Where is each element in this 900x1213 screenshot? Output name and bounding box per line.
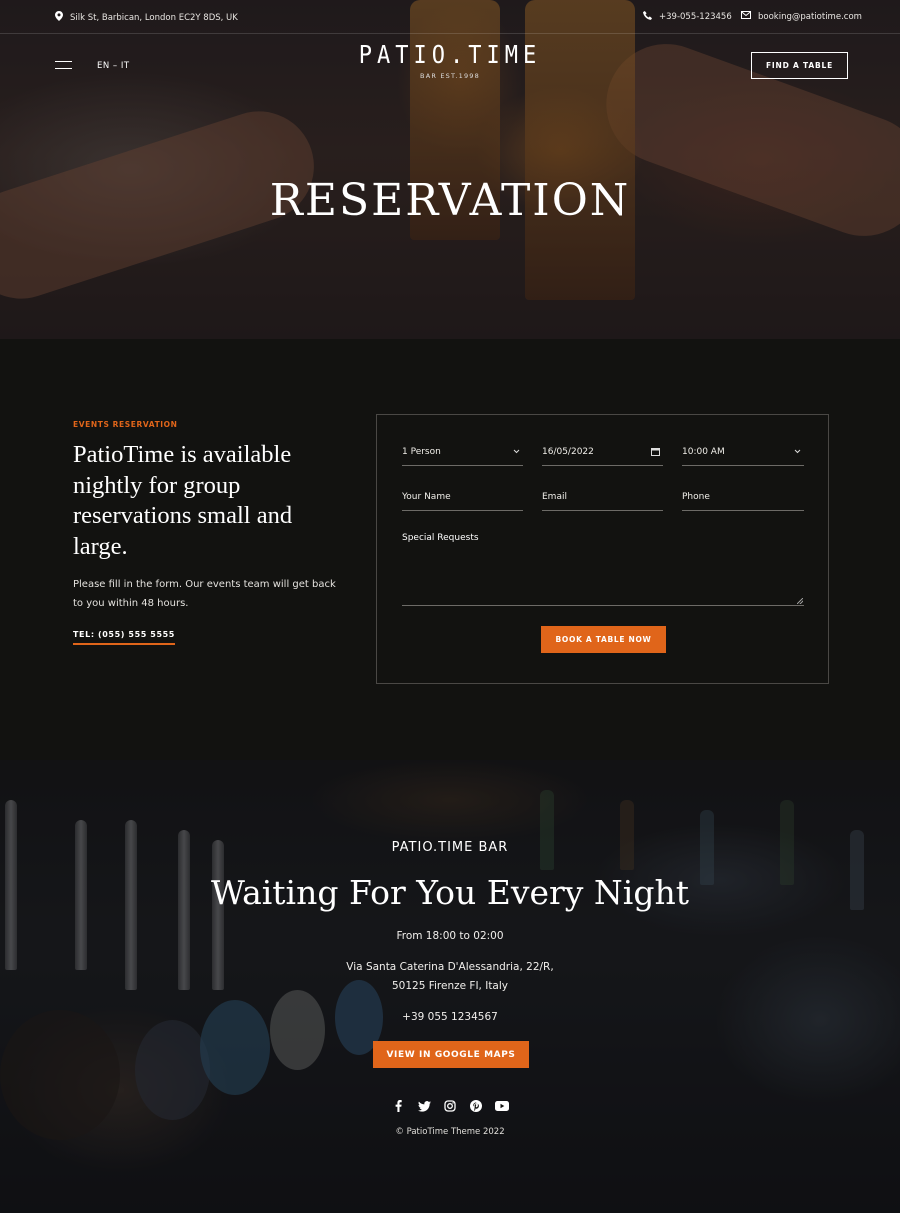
section-lead: Please fill in the form. Our events team… <box>73 579 336 609</box>
footer-phone[interactable]: +39 055 1234567 <box>0 1011 900 1023</box>
calendar-icon[interactable] <box>651 447 660 458</box>
main-navbar: EN – IT PATIO.TIME BAR EST.1998 FIND A T… <box>0 34 900 98</box>
tel-link[interactable]: TEL: (055) 555 5555 <box>73 630 175 645</box>
google-maps-button[interactable]: VIEW IN GOOGLE MAPS <box>373 1041 529 1068</box>
name-placeholder: Your Name <box>402 492 451 502</box>
menu-icon[interactable] <box>55 61 72 70</box>
address-text: Silk St, Barbican, London EC2Y 8DS, UK <box>70 12 238 23</box>
persons-select[interactable]: 1 Person <box>402 447 523 466</box>
chevron-down-icon <box>794 447 801 456</box>
footer-section: PATIO.TIME BAR Waiting For You Every Nig… <box>0 760 900 1213</box>
book-table-button[interactable]: BOOK A TABLE NOW <box>541 626 666 653</box>
time-select[interactable]: 10:00 AM <box>682 447 804 466</box>
footer-eyebrow: PATIO.TIME BAR <box>391 840 509 855</box>
twitter-icon[interactable] <box>417 1099 431 1113</box>
hero-section: Silk St, Barbican, London EC2Y 8DS, UK +… <box>0 0 900 339</box>
section-heading: PatioTime is available nightly for group… <box>73 441 293 560</box>
opening-hours: From 18:00 to 02:00 <box>396 930 504 942</box>
facebook-icon[interactable] <box>391 1099 405 1113</box>
email-field[interactable]: Email <box>542 492 663 511</box>
copyright: © PatioTime Theme 2022 <box>395 1127 505 1137</box>
date-input[interactable]: 16/05/2022 <box>542 447 663 466</box>
email-item[interactable]: booking@patiotime.com <box>741 11 862 22</box>
location-pin-icon <box>55 11 63 24</box>
resize-grip-icon[interactable] <box>797 598 803 604</box>
phone-item[interactable]: +39-055-123456 <box>643 11 732 23</box>
language-switcher[interactable]: EN – IT <box>97 61 130 71</box>
find-table-button[interactable]: FIND A TABLE <box>751 52 848 79</box>
phone-field[interactable]: Phone <box>682 492 804 511</box>
email-text[interactable]: booking@patiotime.com <box>758 12 862 22</box>
pinterest-icon[interactable] <box>469 1099 483 1113</box>
phone-text[interactable]: +39-055-123456 <box>659 12 732 22</box>
site-logo[interactable]: PATIO.TIME BAR EST.1998 <box>350 41 550 80</box>
special-requests-textarea[interactable]: Special Requests <box>402 533 804 606</box>
page-title: RESERVATION <box>269 175 631 226</box>
email-placeholder: Email <box>542 492 567 502</box>
youtube-icon[interactable] <box>495 1099 509 1113</box>
persons-value: 1 Person <box>402 447 441 457</box>
phone-placeholder: Phone <box>682 492 710 502</box>
footer-title: Waiting For You Every Night <box>211 873 689 912</box>
time-value: 10:00 AM <box>682 447 725 457</box>
social-links <box>0 1099 900 1113</box>
name-field[interactable]: Your Name <box>402 492 523 511</box>
logo-tagline: BAR EST.1998 <box>420 72 480 80</box>
top-info-bar: Silk St, Barbican, London EC2Y 8DS, UK +… <box>0 0 900 34</box>
chevron-down-icon <box>513 447 520 456</box>
reservation-form: 1 Person 16/05/2022 10:00 AM Your Name E… <box>376 414 829 684</box>
address-item: Silk St, Barbican, London EC2Y 8DS, UK <box>55 11 238 24</box>
date-value: 16/05/2022 <box>542 447 594 457</box>
envelope-icon <box>741 11 751 22</box>
phone-icon <box>643 11 652 23</box>
section-eyebrow: EVENTS RESERVATION <box>73 420 178 429</box>
requests-placeholder: Special Requests <box>402 533 479 543</box>
reservation-section: EVENTS RESERVATION PatioTime is availabl… <box>0 339 900 760</box>
address-line-1: Via Santa Caterina D'Alessandria, 22/R, <box>346 961 554 973</box>
logo-name: PATIO.TIME <box>358 41 542 70</box>
address-line-2: 50125 Firenze FI, Italy <box>391 980 509 992</box>
instagram-icon[interactable] <box>443 1099 457 1113</box>
